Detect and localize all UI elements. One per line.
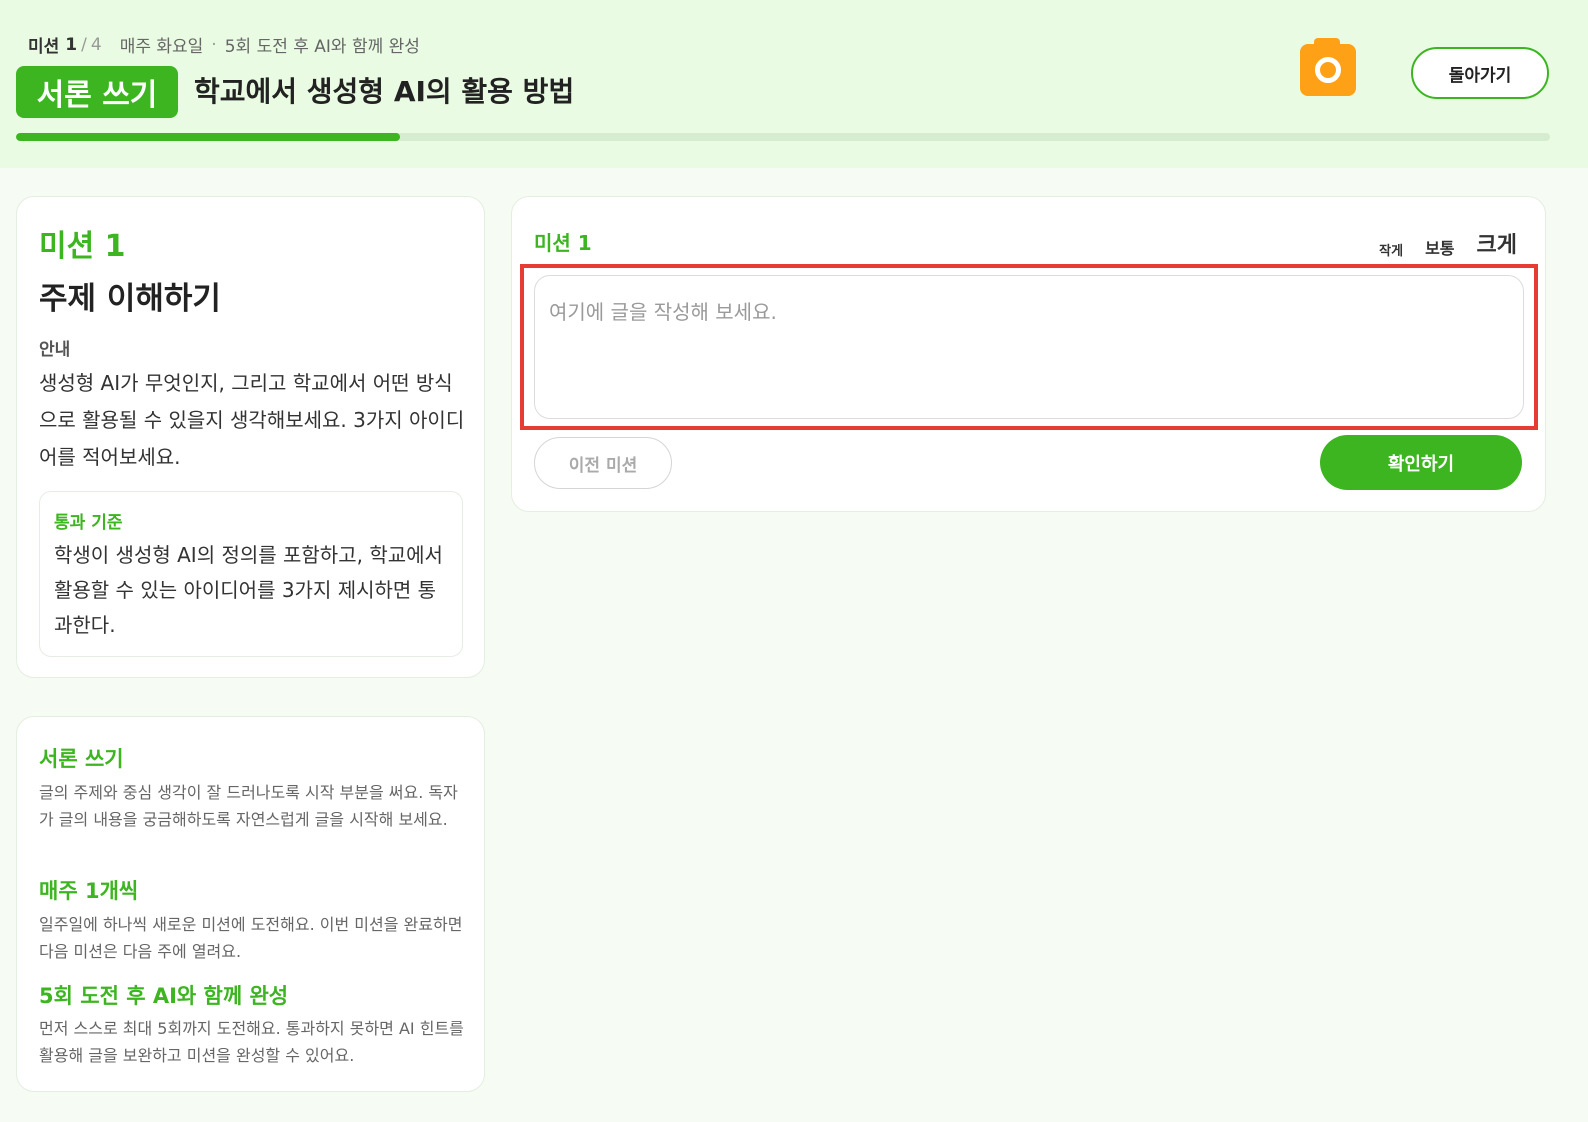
editor-card: 미션 1 작게 보통 크게 이전 미션 확인하기: [511, 196, 1546, 512]
writing-textarea[interactable]: [534, 275, 1524, 419]
mission-schedule: 매주 화요일: [119, 37, 204, 57]
mission-meta-label: 미션: [28, 37, 60, 57]
mission-total-number: 4: [90, 34, 102, 55]
back-button[interactable]: 돌아가기: [1411, 47, 1549, 99]
font-size-small-option[interactable]: 작게: [1379, 240, 1403, 259]
meta-dot-separator: ·: [211, 34, 217, 55]
page-title: 학교에서 생성형 AI의 활용 방법: [194, 75, 575, 108]
mission-meta: 미션 1 / 4 매주 화요일 · 5회 도전 후 AI와 함께 완성: [28, 32, 420, 58]
mission-title: 주제 이해하기: [39, 281, 221, 317]
info-text-intro: 글의 주제와 중심 생각이 잘 드러나도록 시작 부분을 써요. 독자가 글의 …: [39, 783, 458, 829]
how-it-works-card: 서론 쓰기 글의 주제와 중심 생각이 잘 드러나도록 시작 부분을 써요. 독…: [16, 716, 485, 1092]
stage-badge: 서론 쓰기: [16, 66, 178, 118]
editor-mission-label: 미션 1: [534, 231, 592, 255]
font-size-large-option[interactable]: 크게: [1477, 227, 1517, 259]
guide-label: 안내: [39, 340, 71, 360]
confirm-button[interactable]: 확인하기: [1320, 435, 1522, 490]
info-heading-ai: 5회 도전 후 AI와 함께 완성: [39, 984, 289, 1008]
info-text-weekly: 일주일에 하나씩 새로운 미션에 도전해요. 이번 미션을 완료하면 다음 미션…: [39, 915, 463, 961]
camera-button[interactable]: [1300, 38, 1356, 96]
info-text-ai: 먼저 스스로 최대 5회까지 도전해요. 통과하지 못하면 AI 힌트를 활용해…: [39, 1019, 464, 1065]
mission-separator: /: [81, 34, 87, 55]
progress-bar: [16, 133, 1550, 141]
pass-criteria-label: 통과 기준: [54, 513, 123, 533]
progress-bar-fill: [16, 133, 400, 141]
font-size-options: 작게 보통 크게: [1379, 227, 1517, 259]
camera-icon: [1315, 57, 1341, 83]
guide-text: 생성형 AI가 무엇인지, 그리고 학교에서 어떤 방식으로 활용될 수 있을지…: [39, 371, 465, 469]
info-heading-intro: 서론 쓰기: [39, 747, 124, 771]
font-size-medium-option[interactable]: 보통: [1425, 235, 1454, 259]
mission-rule: 5회 도전 후 AI와 함께 완성: [224, 37, 420, 57]
top-header: 미션 1 / 4 매주 화요일 · 5회 도전 후 AI와 함께 완성 서론 쓰…: [0, 0, 1588, 168]
mission-info-card: 미션 1 주제 이해하기 안내 생성형 AI가 무엇인지, 그리고 학교에서 어…: [16, 196, 485, 678]
mission-current-number: 1: [65, 34, 78, 55]
pass-criteria-box: 통과 기준 학생이 생성형 AI의 정의를 포함하고, 학교에서 활용할 수 있…: [39, 491, 463, 657]
mission-number-label: 미션 1: [39, 229, 126, 264]
camera-icon-top: [1314, 38, 1340, 48]
previous-mission-button[interactable]: 이전 미션: [534, 437, 672, 489]
info-heading-weekly: 매주 1개씩: [39, 879, 139, 903]
pass-criteria-text: 학생이 생성형 AI의 정의를 포함하고, 학교에서 활용할 수 있는 아이디어…: [54, 543, 443, 637]
